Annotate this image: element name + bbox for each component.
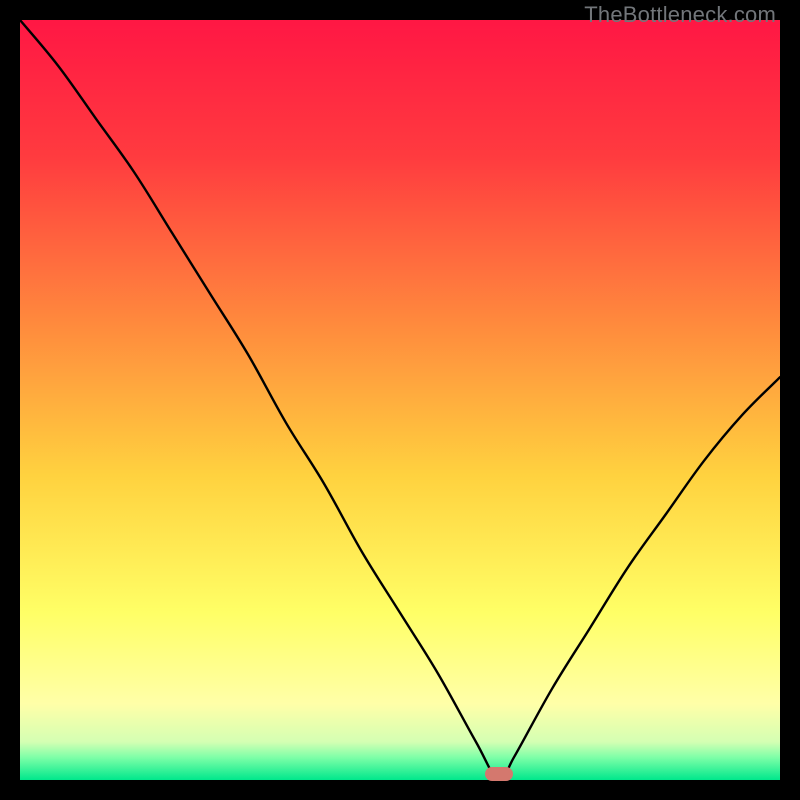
chart-background — [20, 20, 780, 780]
optimum-marker — [485, 767, 513, 781]
chart-frame — [20, 20, 780, 780]
watermark-text: TheBottleneck.com — [584, 2, 776, 28]
bottleneck-chart — [20, 20, 780, 780]
